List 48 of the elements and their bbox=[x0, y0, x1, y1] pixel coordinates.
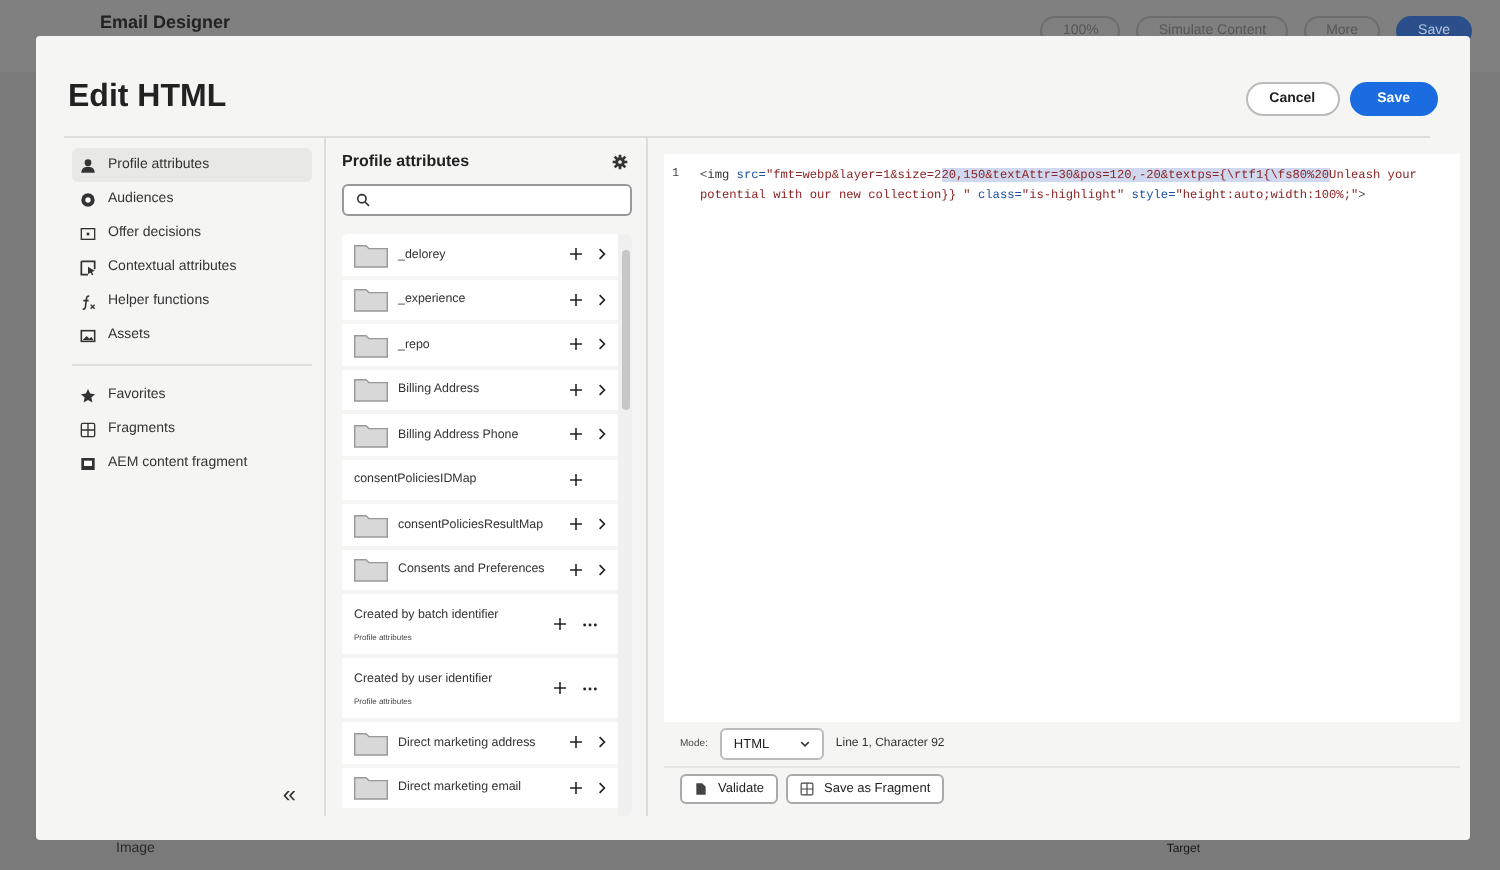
folder-icon bbox=[354, 376, 388, 403]
folder-icon bbox=[354, 511, 388, 538]
add-icon[interactable] bbox=[570, 383, 582, 396]
chevron-icon[interactable] bbox=[598, 338, 606, 351]
add-icon[interactable] bbox=[570, 428, 582, 441]
more-icon[interactable] bbox=[582, 621, 598, 627]
folder-icon bbox=[354, 729, 388, 756]
chevron-icon[interactable] bbox=[598, 736, 606, 749]
add-icon[interactable] bbox=[570, 518, 582, 531]
add-icon[interactable] bbox=[570, 473, 582, 486]
app-title: Email Designer bbox=[100, 12, 231, 32]
add-icon[interactable] bbox=[570, 563, 582, 576]
folder-icon bbox=[354, 556, 388, 583]
add-icon[interactable] bbox=[554, 682, 566, 694]
add-icon[interactable] bbox=[570, 338, 582, 351]
add-icon[interactable] bbox=[554, 618, 566, 630]
add-icon[interactable] bbox=[570, 293, 582, 306]
dialog-title: Edit HTML bbox=[68, 80, 227, 116]
document-icon bbox=[694, 782, 708, 796]
folder-icon bbox=[354, 331, 388, 358]
star-icon bbox=[80, 387, 96, 403]
fragment-icon bbox=[800, 782, 815, 796]
collapse-button[interactable]: « bbox=[266, 780, 312, 808]
search-icon bbox=[356, 192, 371, 208]
folder-icon bbox=[354, 421, 388, 448]
person-icon bbox=[80, 157, 96, 173]
caret-icon bbox=[799, 740, 810, 748]
function-icon bbox=[80, 293, 96, 309]
add-icon[interactable] bbox=[570, 248, 582, 261]
chevron-icon[interactable] bbox=[598, 563, 606, 576]
chevron-icon[interactable] bbox=[598, 248, 606, 261]
folder-icon bbox=[354, 774, 388, 801]
add-icon[interactable] bbox=[570, 736, 582, 749]
fragment-icon bbox=[80, 421, 96, 437]
chevron-icon[interactable] bbox=[598, 428, 606, 441]
image-icon bbox=[80, 327, 96, 343]
add-icon[interactable] bbox=[570, 781, 582, 794]
scrollbar[interactable] bbox=[618, 234, 632, 816]
chevron-icon[interactable] bbox=[598, 293, 606, 306]
folder-icon bbox=[354, 286, 388, 313]
more-icon[interactable] bbox=[582, 685, 598, 691]
folder-icon bbox=[354, 241, 388, 268]
panel-title: Profile attributes bbox=[342, 152, 470, 170]
chevron-icon[interactable] bbox=[598, 781, 606, 794]
chevron-icon[interactable] bbox=[598, 383, 606, 396]
chevron-icon[interactable] bbox=[598, 518, 606, 531]
search-field[interactable] bbox=[342, 184, 632, 216]
settings-icon[interactable] bbox=[612, 153, 628, 169]
